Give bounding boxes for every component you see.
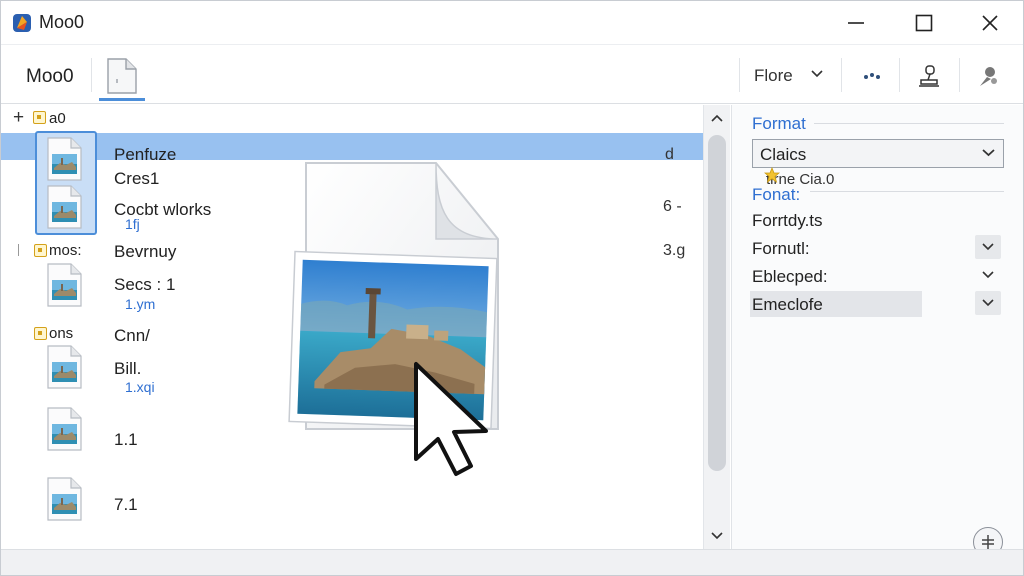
stamp-button[interactable] xyxy=(911,58,945,92)
file-name[interactable]: 1.1 xyxy=(114,430,138,450)
file-name[interactable]: Secs : 1 xyxy=(114,275,175,295)
image-file-icon[interactable] xyxy=(45,407,83,451)
image-file-icon[interactable] xyxy=(45,137,83,181)
file-size: 6 - xyxy=(663,198,682,215)
title-bar: Moo0 xyxy=(1,1,1023,45)
window-title: Moo0 xyxy=(39,12,85,32)
toolbar-title: Moo0 xyxy=(26,66,74,87)
file-subtitle: 1.xqi xyxy=(125,379,155,395)
property-dropdown-button[interactable] xyxy=(975,291,1001,315)
property-label: Emeclofe xyxy=(752,295,823,314)
folder-icon xyxy=(34,244,47,257)
toolbar-divider xyxy=(899,58,900,92)
property-label: Eblecped: xyxy=(752,267,828,286)
tree-header[interactable]: + a0 xyxy=(1,105,703,131)
app-window: Moo0 Moo0 Flore + a0 mos: ons Penfuze d … xyxy=(0,0,1024,576)
fit-view-icon xyxy=(982,535,994,549)
maximize-icon xyxy=(915,14,933,32)
stamp-icon xyxy=(919,65,939,87)
property-dropdown-button[interactable] xyxy=(975,235,1001,259)
file-name[interactable]: Bevrnuy xyxy=(114,242,176,262)
minimize-icon xyxy=(848,22,864,24)
file-name[interactable]: Bill. xyxy=(114,359,141,379)
section-title: Format xyxy=(752,114,806,133)
file-name[interactable]: Cnn/ xyxy=(114,326,150,346)
drag-preview xyxy=(288,162,499,476)
file-subtitle: 1.ym xyxy=(125,296,156,312)
chevron-down-icon xyxy=(982,299,994,307)
folder-icon xyxy=(33,111,46,124)
more-icon xyxy=(864,73,880,79)
close-icon xyxy=(982,15,998,31)
minimize-button[interactable] xyxy=(823,1,889,45)
format-select[interactable]: Claics xyxy=(752,139,1004,168)
expand-icon[interactable]: + xyxy=(13,107,24,129)
file-size: d xyxy=(665,146,674,163)
user-button[interactable] xyxy=(971,58,1005,92)
file-name[interactable]: 7.1 xyxy=(114,495,138,515)
chevron-down-icon xyxy=(711,532,723,540)
toolbar-divider xyxy=(841,58,842,92)
group-label[interactable]: mos: xyxy=(49,242,82,259)
view-dropdown[interactable]: Flore xyxy=(751,58,837,92)
file-name[interactable]: Penfuze xyxy=(114,145,176,165)
status-bar xyxy=(1,549,1023,575)
property-label: Fornutl: xyxy=(752,239,810,258)
tree-header-label: a0 xyxy=(49,110,66,127)
chevron-up-icon xyxy=(711,114,723,122)
user-icon xyxy=(980,67,997,86)
toolbar-divider xyxy=(739,58,740,92)
section-divider xyxy=(814,123,1004,124)
maximize-button[interactable] xyxy=(891,1,957,45)
property-label: Forrtdy.ts xyxy=(752,211,823,230)
app-logo-icon xyxy=(13,14,31,32)
image-file-icon[interactable] xyxy=(45,477,83,521)
document-icon xyxy=(107,58,137,94)
toolbar-divider xyxy=(959,58,960,92)
close-button[interactable] xyxy=(957,1,1023,45)
more-button[interactable] xyxy=(854,58,888,92)
format-select-value: Claics xyxy=(760,145,807,164)
image-file-icon[interactable] xyxy=(45,185,83,229)
scroll-down-button[interactable] xyxy=(704,523,730,549)
property-dropdown-button[interactable] xyxy=(975,263,1001,287)
scrollbar-thumb[interactable] xyxy=(708,135,726,471)
chevron-down-icon xyxy=(982,149,995,157)
chevron-down-icon xyxy=(982,271,994,279)
toolbar-divider xyxy=(91,58,92,92)
file-size: 3.g xyxy=(663,242,686,259)
folder-icon xyxy=(34,327,47,340)
photo-thumbnail xyxy=(288,250,498,430)
chevron-down-icon xyxy=(811,70,823,78)
scroll-up-button[interactable] xyxy=(704,105,730,131)
selected-row-highlight[interactable] xyxy=(1,133,703,160)
chevron-down-icon xyxy=(982,243,994,251)
document-button[interactable] xyxy=(99,53,145,101)
section-divider xyxy=(810,191,1004,192)
tree-line xyxy=(18,244,19,256)
file-name[interactable]: Cres1 xyxy=(114,169,159,189)
star-icon xyxy=(764,167,780,183)
view-dropdown-label: Flore xyxy=(754,66,793,85)
group-label[interactable]: ons xyxy=(49,325,73,342)
image-file-icon[interactable] xyxy=(45,345,83,389)
section-title: Fonat: xyxy=(752,185,801,204)
file-subtitle: 1fj xyxy=(125,216,140,232)
vertical-scrollbar[interactable] xyxy=(703,105,730,549)
toolbar: Moo0 Flore xyxy=(1,46,1023,104)
image-file-icon[interactable] xyxy=(45,263,83,307)
